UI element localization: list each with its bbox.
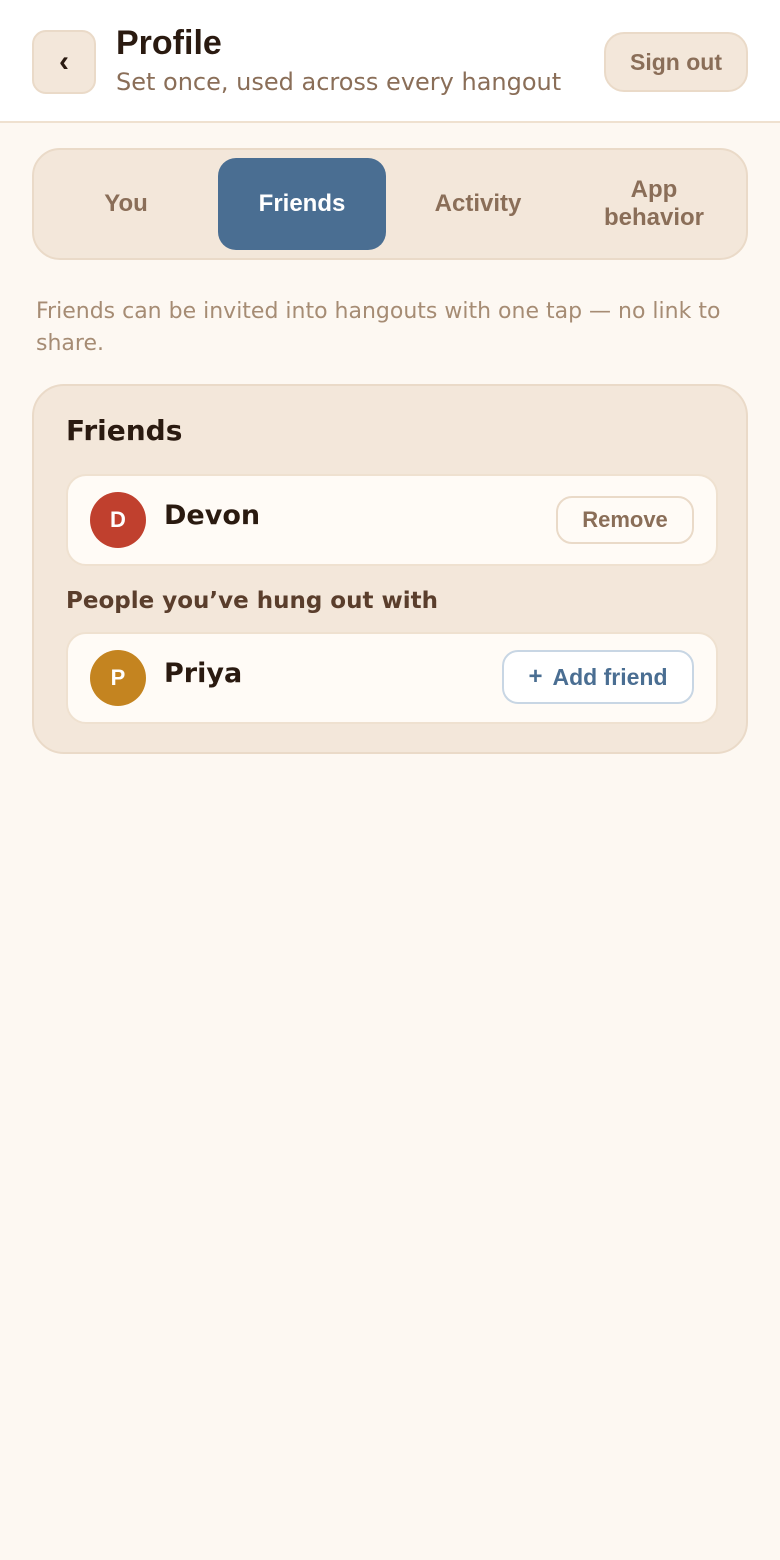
plus-icon: + (528, 663, 543, 690)
add-friend-button[interactable]: + Add friend (502, 650, 694, 704)
tab-activity[interactable]: Activity (394, 158, 562, 250)
header: ‹ Profile Set once, used across every ha… (0, 0, 780, 123)
avatar: D (90, 492, 146, 548)
tab-app-behavior[interactable]: App behavior (570, 158, 738, 250)
friends-card-title: Friends (66, 414, 183, 447)
back-button[interactable]: ‹ (32, 30, 96, 94)
tab-friends-label: Friends (258, 190, 346, 217)
friend-row: D Devon Remove (66, 474, 718, 566)
tab-you[interactable]: You (42, 158, 210, 250)
person-row: P Priya + Add friend (66, 632, 718, 724)
people-section-label: People you’ve hung out with (66, 588, 438, 614)
friend-name: Devon (164, 500, 261, 531)
add-friend-label: Add friend (552, 663, 668, 690)
friends-hint: Friends can be invited into hangouts wit… (36, 299, 721, 356)
page-title: Profile (116, 24, 222, 62)
chevron-left-icon: ‹ (59, 45, 69, 78)
friends-card: Friends D Devon Remove People you’ve hun… (32, 384, 748, 754)
sign-out-button[interactable]: Sign out (604, 32, 748, 92)
page-subtitle: Set once, used across every hangout (116, 68, 562, 96)
tab-friends[interactable]: Friends (218, 158, 386, 250)
profile-tabs: You Friends Activity App behavior (32, 148, 748, 260)
tab-you-label: You (104, 190, 148, 217)
person-name: Priya (164, 658, 243, 689)
remove-friend-button[interactable]: Remove (556, 496, 694, 544)
tab-app-behavior-label: App behavior (603, 176, 705, 231)
avatar: P (90, 650, 146, 706)
tab-activity-label: Activity (434, 190, 522, 217)
